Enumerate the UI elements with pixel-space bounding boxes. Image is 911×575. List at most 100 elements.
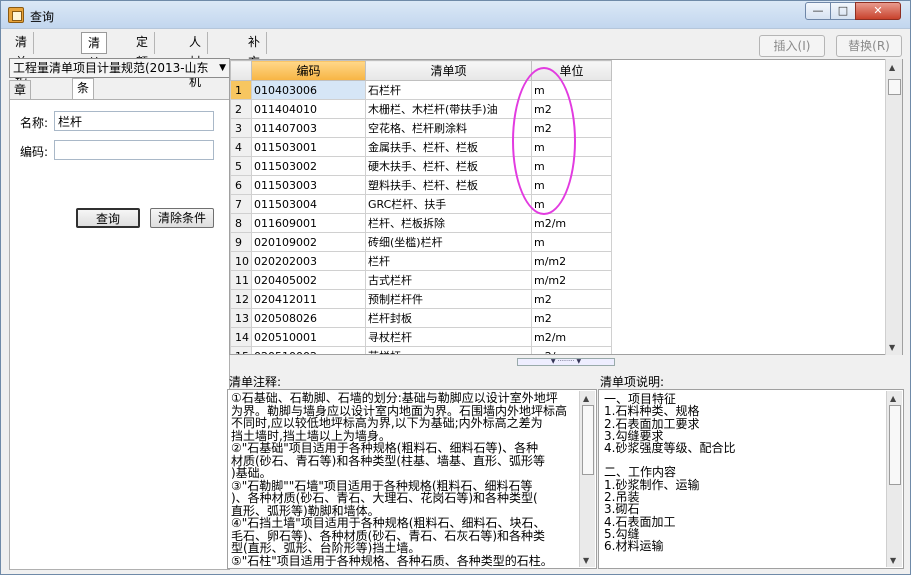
desc-scrollbar[interactable]: ▲ ▼ [886, 391, 902, 567]
scroll-up-icon[interactable]: ▲ [889, 63, 895, 72]
cell-unit[interactable]: m [531, 175, 612, 195]
row-number[interactable]: 3 [230, 118, 252, 138]
cell-unit[interactable]: m2/m [531, 346, 612, 354]
tab-bill-guide[interactable]: 清单指引 [9, 32, 35, 109]
table-row[interactable]: 4 011503001 金属扶手、栏杆、栏板 m [230, 137, 888, 157]
scroll-down-icon[interactable]: ▼ [889, 343, 895, 352]
cell-item[interactable]: GRC栏杆、扶手 [365, 194, 532, 214]
row-number[interactable]: 14 [230, 327, 252, 347]
cell-unit[interactable]: m/m2 [531, 251, 612, 271]
cell-item[interactable]: 古式栏杆 [365, 270, 532, 290]
cell-unit[interactable]: m2/m [531, 327, 612, 347]
replace-button[interactable]: 替换(R) [836, 35, 902, 57]
table-row[interactable]: 12 020412011 预制栏杆件 m2 [230, 289, 888, 309]
cell-item[interactable]: 栏杆 [365, 251, 532, 271]
row-number[interactable]: 7 [230, 194, 252, 214]
cell-item[interactable]: 寻杖栏杆 [365, 327, 532, 347]
cell-unit[interactable]: m [531, 80, 612, 100]
scroll-up-icon[interactable]: ▲ [583, 393, 589, 406]
row-number[interactable]: 6 [230, 175, 252, 195]
norm-select[interactable]: 工程量清单项目计量规范(2013-山东 ▼ [9, 58, 230, 78]
scroll-thumb[interactable] [889, 405, 901, 485]
cell-item[interactable]: 砖细(坐槛)栏杆 [365, 232, 532, 252]
clear-conditions-button[interactable]: 清除条件 [150, 208, 214, 228]
cell-item[interactable]: 塑料扶手、栏杆、栏板 [365, 175, 532, 195]
table-row[interactable]: 3 011407003 空花格、栏杆刷涂料 m2 [230, 118, 888, 138]
cell-unit[interactable]: m2 [531, 99, 612, 119]
panel-splitter[interactable]: ▼ ········· ▼ [517, 358, 615, 366]
code-input[interactable] [54, 140, 214, 160]
row-number[interactable]: 9 [230, 232, 252, 252]
cell-item[interactable]: 空花格、栏杆刷涂料 [365, 118, 532, 138]
maximize-button[interactable]: □ [830, 2, 856, 20]
cell-unit[interactable]: m2 [531, 118, 612, 138]
cell-code[interactable]: 020109002 [251, 232, 366, 252]
column-header-code[interactable]: 编码 [251, 60, 366, 81]
tab-supplement-material[interactable]: 补充人材机 [242, 32, 268, 129]
cell-code[interactable]: 011503004 [251, 194, 366, 214]
cell-code[interactable]: 011404010 [251, 99, 366, 119]
cell-code[interactable]: 011609001 [251, 213, 366, 233]
row-number[interactable]: 15 [230, 346, 252, 354]
table-row[interactable]: 14 020510001 寻杖栏杆 m2/m [230, 327, 888, 347]
close-button[interactable]: ✕ [855, 2, 901, 20]
table-row[interactable]: 8 011609001 栏杆、栏板拆除 m2/m [230, 213, 888, 233]
scroll-down-icon[interactable]: ▼ [890, 555, 896, 567]
row-number[interactable]: 5 [230, 156, 252, 176]
insert-button[interactable]: 插入(I) [759, 35, 825, 57]
table-row[interactable]: 13 020508026 栏杆封板 m2 [230, 308, 888, 328]
cell-code[interactable]: 011503002 [251, 156, 366, 176]
cell-code[interactable]: 010403006 [251, 80, 366, 100]
cell-item[interactable]: 预制栏杆件 [365, 289, 532, 309]
cell-item[interactable]: 石栏杆 [365, 80, 532, 100]
cell-code[interactable]: 020202003 [251, 251, 366, 271]
cell-unit[interactable]: m [531, 194, 612, 214]
cell-unit[interactable]: m2 [531, 308, 612, 328]
cell-item[interactable]: 栏杆、栏板拆除 [365, 213, 532, 233]
column-header-item[interactable]: 清单项 [365, 60, 532, 81]
name-input[interactable] [54, 111, 214, 131]
grid-scrollbar[interactable]: ▲ ▼ [885, 59, 902, 355]
tab-bill[interactable]: 清单 [81, 32, 108, 70]
cell-item[interactable]: 硬木扶手、栏杆、栏板 [365, 156, 532, 176]
table-row[interactable]: 2 011404010 木栅栏、木栏杆(带扶手)油 m2 [230, 99, 888, 119]
cell-code[interactable]: 011503001 [251, 137, 366, 157]
row-number[interactable]: 11 [230, 270, 252, 290]
cell-item[interactable]: 栏杆封板 [365, 308, 532, 328]
note-scrollbar[interactable]: ▲ ▼ [579, 391, 595, 567]
row-number[interactable]: 4 [230, 137, 252, 157]
cell-unit[interactable]: m [531, 232, 612, 252]
table-row[interactable]: 11 020405002 古式栏杆 m/m2 [230, 270, 888, 290]
cell-item[interactable]: 金属扶手、栏杆、栏板 [365, 137, 532, 157]
cell-unit[interactable]: m2/m [531, 213, 612, 233]
row-number[interactable]: 12 [230, 289, 252, 309]
table-row[interactable]: 6 011503003 塑料扶手、栏杆、栏板 m [230, 175, 888, 195]
row-number[interactable]: 13 [230, 308, 252, 328]
cell-code[interactable]: 020412011 [251, 289, 366, 309]
scroll-thumb[interactable] [888, 79, 901, 95]
cell-unit[interactable]: m [531, 156, 612, 176]
cell-code[interactable]: 020405002 [251, 270, 366, 290]
cell-code[interactable]: 011407003 [251, 118, 366, 138]
tab-quota[interactable]: 定额 [130, 32, 156, 69]
table-row[interactable]: 5 011503002 硬木扶手、栏杆、栏板 m [230, 156, 888, 176]
cell-code[interactable]: 020508026 [251, 308, 366, 328]
column-header-unit[interactable]: 单位 [531, 60, 612, 81]
row-number[interactable]: 8 [230, 213, 252, 233]
cell-item[interactable]: 木栅栏、木栏杆(带扶手)油 [365, 99, 532, 119]
search-button[interactable]: 查询 [76, 208, 140, 228]
tab-labor-material[interactable]: 人材机 [183, 32, 209, 89]
cell-unit[interactable]: m [531, 137, 612, 157]
table-row[interactable]: 15020510002花栏杆m2/m [230, 346, 888, 354]
cell-unit[interactable]: m2 [531, 289, 612, 309]
row-number[interactable]: 2 [230, 99, 252, 119]
scroll-down-icon[interactable]: ▼ [583, 555, 589, 568]
table-row[interactable]: 10 020202003 栏杆 m/m2 [230, 251, 888, 271]
tab-condition-query[interactable]: 条件查询 [72, 78, 95, 149]
cell-code[interactable]: 020510001 [251, 327, 366, 347]
table-row[interactable]: 7 011503004 GRC栏杆、扶手 m [230, 194, 888, 214]
cell-code[interactable]: 020510002 [251, 346, 366, 354]
table-row[interactable]: 9 020109002 砖细(坐槛)栏杆 m [230, 232, 888, 252]
scroll-up-icon[interactable]: ▲ [890, 393, 896, 405]
row-number[interactable]: 1 [230, 80, 252, 100]
